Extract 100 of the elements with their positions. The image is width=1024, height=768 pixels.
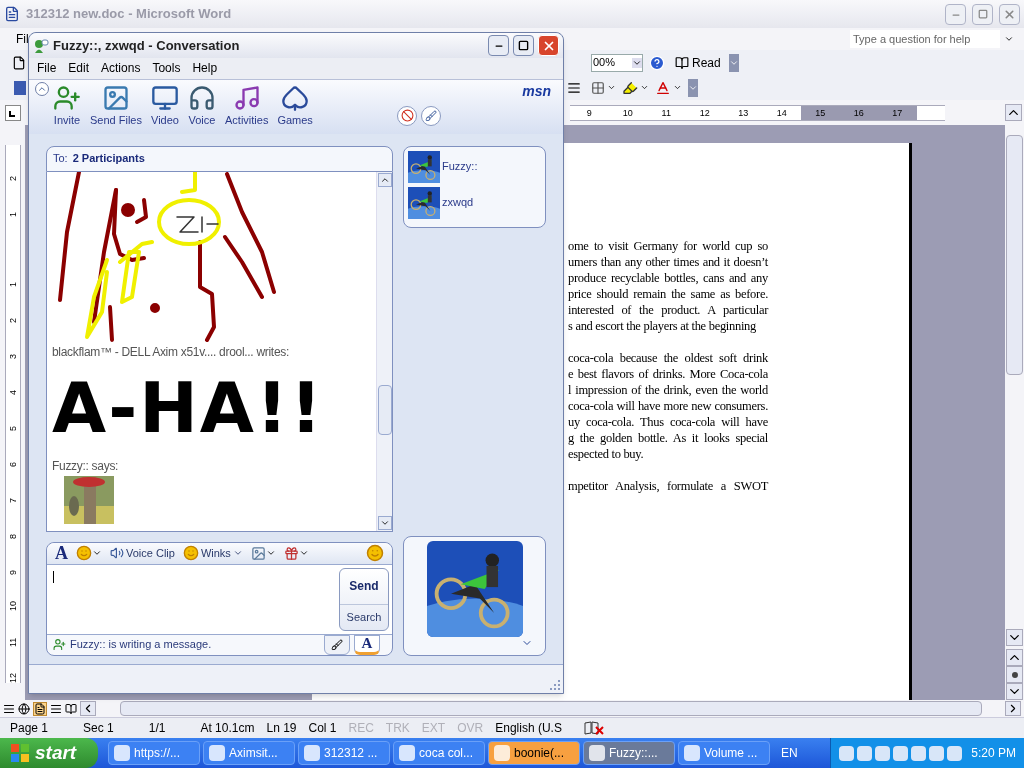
status-text: EXT: [421, 720, 446, 737]
book-icon: [675, 55, 689, 70]
ruler-number: 15: [801, 105, 840, 120]
taskbar-button[interactable]: boonie(...: [488, 741, 580, 765]
outline-view-icon[interactable]: [50, 702, 62, 715]
highlighter-icon[interactable]: [622, 79, 638, 96]
read-button[interactable]: Read: [673, 53, 723, 72]
ruler-number: 1: [7, 211, 18, 217]
normal-view-icon[interactable]: [3, 702, 15, 715]
border-icon[interactable]: [591, 80, 605, 95]
pen-icon: [331, 638, 343, 651]
next-page-icon[interactable]: [1006, 683, 1023, 700]
tab-stop-icon[interactable]: [5, 104, 21, 121]
toolbar-button[interactable]: Games: [275, 79, 315, 128]
headset-icon: [188, 83, 216, 112]
help-icon[interactable]: [649, 54, 665, 71]
window-title: Fuzzy::, zxwqd - Conversation: [53, 36, 241, 55]
emoticon-button[interactable]: [76, 545, 102, 562]
taskbar-button[interactable]: Fuzzy::...: [583, 741, 675, 765]
font-color-icon[interactable]: [655, 79, 671, 96]
typing-status: Fuzzy:: is writing a message.: [70, 637, 213, 653]
taskbar-button[interactable]: Volume ...: [678, 741, 770, 765]
web-view-icon[interactable]: [18, 702, 30, 715]
document-text: l impression of the drink, even the world: [568, 382, 768, 398]
nudge-button[interactable]: [366, 544, 384, 563]
background-button[interactable]: [250, 545, 276, 561]
zoom-field[interactable]: 00%: [591, 53, 643, 72]
collapse-icon[interactable]: [35, 81, 49, 96]
voice-clip-button[interactable]: Voice Clip: [110, 544, 175, 562]
menu-item[interactable]: Help: [192, 59, 218, 78]
language-indicator[interactable]: EN: [781, 744, 798, 762]
document-text: espected to buy.: [568, 446, 645, 462]
ruler-number: 2: [7, 317, 18, 323]
handwriting-tab[interactable]: [324, 634, 350, 655]
scroll-thumb[interactable]: [377, 384, 392, 435]
previous-page-icon[interactable]: [1006, 649, 1023, 666]
toolbar-button[interactable]: Voice: [186, 79, 218, 128]
toolbar-button[interactable]: Video: [149, 79, 181, 128]
brush-icon: [425, 109, 437, 122]
participant-name[interactable]: Fuzzy::: [442, 158, 478, 175]
ruler-number: 12: [7, 672, 18, 683]
ruler-number: 8: [7, 533, 18, 539]
send-button[interactable]: Send: [340, 568, 388, 605]
document-text: uy coca-cola. Thus coca-cola will have: [568, 414, 768, 430]
scroll-thumb[interactable]: [119, 701, 982, 716]
restore-icon: [977, 9, 988, 19]
ruler-number: 1: [7, 281, 18, 287]
toolbar-options-icon[interactable]: [728, 53, 739, 72]
menu-item[interactable]: Actions: [101, 59, 141, 78]
search-button[interactable]: Search: [340, 604, 388, 630]
taskbar-button[interactable]: coca col...: [393, 741, 485, 765]
ruler-number: 17: [878, 105, 917, 120]
caret-icon[interactable]: [607, 83, 616, 92]
menu-item[interactable]: File: [37, 59, 57, 78]
taskbar-button[interactable]: 312312 ...: [298, 741, 390, 765]
menu-item[interactable]: Fil: [16, 30, 29, 48]
restore-button[interactable]: [972, 3, 993, 25]
status-text: Col 1: [308, 720, 337, 737]
winks-button[interactable]: Winks: [182, 544, 243, 562]
document-text: ome to visit Germany for world cup so: [568, 238, 768, 254]
scrollbar[interactable]: [376, 171, 392, 531]
menu-item[interactable]: Edit: [68, 59, 90, 78]
font-button[interactable]: A: [55, 544, 68, 563]
new-document-icon[interactable]: [12, 55, 26, 70]
print-view-icon[interactable]: [33, 701, 47, 716]
toolbar-button[interactable]: Send Files: [88, 79, 144, 128]
participant-name[interactable]: zxwqd: [442, 194, 474, 211]
ruler-number: 16: [839, 105, 878, 120]
taskbar-button[interactable]: https://...: [108, 741, 200, 765]
help-search-field[interactable]: Type a question for help: [850, 30, 1000, 48]
person-icon: [53, 83, 81, 112]
scroll-thumb[interactable]: [1006, 135, 1023, 375]
close-button[interactable]: [999, 3, 1020, 25]
text-tab[interactable]: A: [354, 634, 380, 655]
block-button[interactable]: [397, 105, 417, 126]
to-label: To:: [53, 151, 68, 167]
toolbar-button[interactable]: Activities: [223, 79, 271, 128]
scroll-down-icon[interactable]: [1006, 629, 1023, 646]
scroll-up-icon[interactable]: [1005, 104, 1022, 121]
caret-icon[interactable]: [640, 83, 649, 92]
resize-grip-icon[interactable]: [550, 680, 560, 690]
maximize-button[interactable]: [513, 35, 534, 57]
toolbar-options-icon[interactable]: [688, 78, 698, 97]
justify-icon[interactable]: [567, 80, 581, 95]
browse-object-icon[interactable]: [1006, 666, 1023, 683]
reading-view-icon[interactable]: [65, 702, 77, 715]
scroll-right-icon[interactable]: [1005, 701, 1021, 716]
brush-button[interactable]: [421, 105, 441, 126]
scroll-left-icon[interactable]: [80, 701, 96, 716]
caret-icon[interactable]: [1004, 34, 1014, 44]
toolbar-button[interactable]: Invite: [51, 79, 83, 128]
caret-icon[interactable]: [673, 83, 682, 92]
gift-button[interactable]: [283, 545, 309, 561]
minimize-button[interactable]: [488, 35, 509, 57]
menu-item[interactable]: Tools: [152, 59, 181, 78]
document-text: price should remain the same as before.: [568, 286, 768, 302]
ruler-number: 10: [7, 600, 18, 611]
vertical-scrollbar[interactable]: [1005, 125, 1024, 700]
taskbar-button[interactable]: Aximsit...: [203, 741, 295, 765]
document-text: interested of the product. A particular: [568, 302, 768, 318]
